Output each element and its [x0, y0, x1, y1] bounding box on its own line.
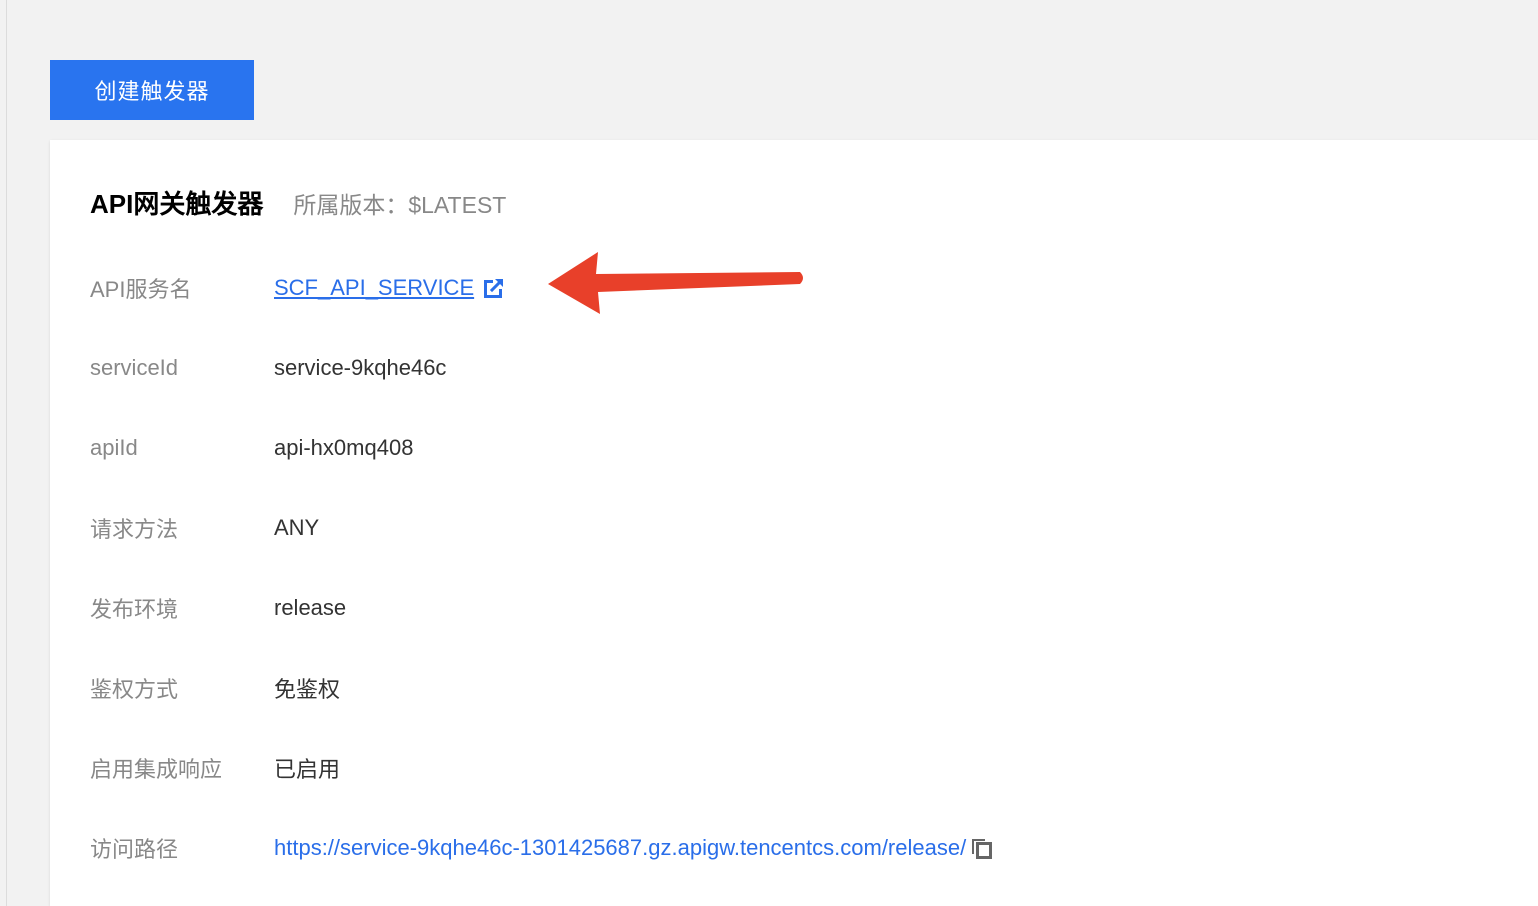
- version-text: 所属版本：$LATEST: [293, 192, 507, 218]
- request-method-value: ANY: [274, 515, 320, 540]
- page: 创建触发器 API网关触发器 所属版本：$LATEST API服务名 SCF_A…: [0, 0, 1538, 906]
- card-header: API网关触发器 所属版本：$LATEST: [90, 184, 506, 221]
- row-service-id: serviceId service-9kqhe46c: [90, 348, 446, 388]
- row-integration-response: 启用集成响应 已启用: [90, 748, 340, 788]
- service-id-value: service-9kqhe46c: [274, 355, 447, 380]
- service-id-label: serviceId: [90, 355, 179, 380]
- api-service-name-label: API服务名: [90, 277, 192, 302]
- api-service-name-value: SCF_API_SERVICE: [274, 275, 505, 301]
- auth-method-value: 免鉴权: [274, 677, 341, 702]
- access-path-value: https://service-9kqhe46c-1301425687.gz.a…: [274, 835, 994, 861]
- api-service-link[interactable]: SCF_API_SERVICE: [274, 275, 474, 301]
- release-environment-value: release: [274, 595, 347, 620]
- external-link-icon[interactable]: [484, 278, 505, 298]
- api-id-value: api-hx0mq408: [274, 435, 414, 460]
- row-auth-method: 鉴权方式 免鉴权: [90, 668, 340, 708]
- access-path-url[interactable]: https://service-9kqhe46c-1301425687.gz.a…: [274, 835, 966, 861]
- row-release-environment: 发布环境 release: [90, 588, 346, 628]
- request-method-label: 请求方法: [90, 517, 179, 542]
- row-api-service-name: API服务名 SCF_API_SERVICE: [90, 268, 505, 308]
- left-divider: [6, 0, 7, 906]
- card-title: API网关触发器: [90, 189, 264, 219]
- row-api-id: apiId api-hx0mq408: [90, 428, 413, 468]
- integration-response-value: 已启用: [274, 757, 341, 782]
- copy-icon[interactable]: [970, 836, 994, 860]
- row-request-method: 请求方法 ANY: [90, 508, 319, 548]
- release-environment-label: 发布环境: [90, 597, 179, 622]
- create-trigger-button[interactable]: 创建触发器: [50, 60, 254, 120]
- api-id-label: apiId: [90, 435, 138, 460]
- row-access-path: 访问路径 https://service-9kqhe46c-1301425687…: [90, 828, 994, 868]
- access-path-label: 访问路径: [90, 837, 179, 862]
- annotation-arrow-icon: [548, 252, 803, 314]
- auth-method-label: 鉴权方式: [90, 677, 179, 702]
- integration-response-label: 启用集成响应: [90, 757, 223, 782]
